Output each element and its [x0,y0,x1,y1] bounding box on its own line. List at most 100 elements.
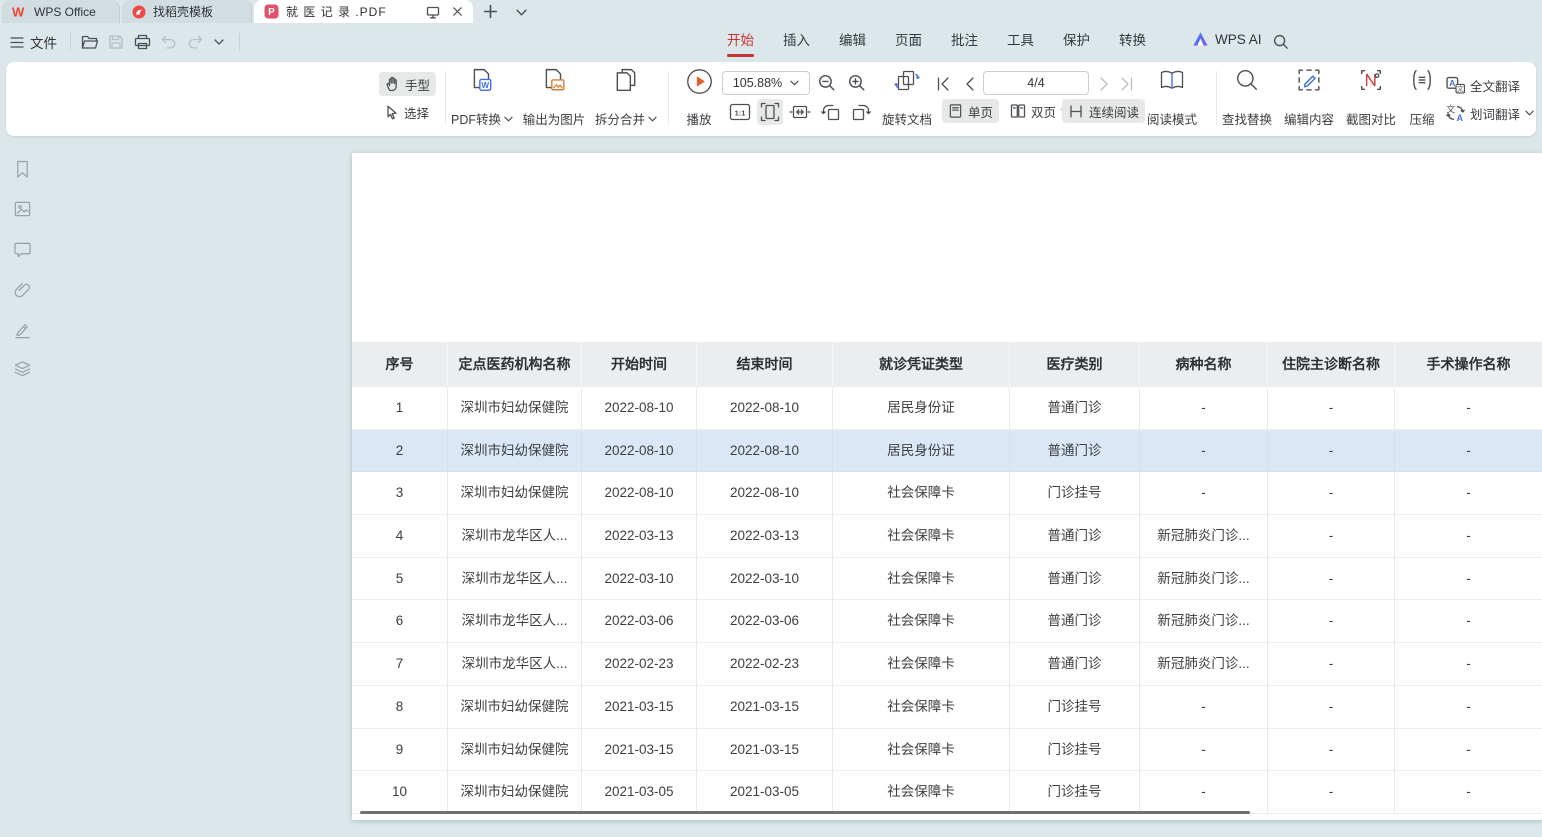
menu-item-edit[interactable]: 编辑 [839,31,866,51]
export-image-label: 输出为图片 [523,109,586,128]
table-cell: 居民身份证 [833,430,1010,473]
table-row[interactable]: 5深圳市龙华区人...2022-03-102022-03-10社会保障卡普通门诊… [352,558,1542,601]
fit-width-button[interactable] [787,99,813,125]
table-bottom-scrollbar[interactable] [360,811,1250,814]
layers-panel-icon[interactable] [11,358,33,380]
save-button[interactable] [104,31,128,53]
table-row[interactable]: 3深圳市妇幼保健院2022-08-102022-08-10社会保障卡门诊挂号--… [352,472,1542,515]
tab-list-chevron-icon[interactable] [516,9,527,16]
menu-item-home[interactable]: 开始 [727,31,754,51]
column-header: 开始时间 [582,342,697,387]
find-replace-button[interactable]: 查找替换 [1218,68,1276,128]
next-page-icon[interactable] [1097,77,1111,91]
window-icon[interactable] [426,5,440,19]
table-row[interactable]: 6深圳市龙华区人...2022-03-062022-03-06社会保障卡普通门诊… [352,600,1542,643]
undo-icon [161,35,177,49]
fit-page-button[interactable] [757,99,783,125]
rotate-left-button[interactable] [818,99,844,125]
table-row[interactable]: 4深圳市龙华区人...2022-03-132022-03-13社会保障卡普通门诊… [352,515,1542,558]
table-row[interactable]: 9深圳市妇幼保健院2021-03-152021-03-15社会保障卡门诊挂号--… [352,729,1542,772]
menu-item-comment[interactable]: 批注 [951,31,978,51]
redo-button[interactable] [183,31,207,53]
comment-panel-icon[interactable] [11,238,33,260]
menu-item-insert[interactable]: 插入 [783,31,810,51]
table-row[interactable]: 2深圳市妇幼保健院2022-08-102022-08-10居民身份证普通门诊--… [352,430,1542,473]
open-file-button[interactable] [78,31,102,53]
zoom-level-combobox[interactable]: 105.88% [722,71,810,95]
screenshot-compare-button[interactable]: 截图对比 [1342,68,1400,128]
rotate-document-button[interactable]: 旋转文档 [878,68,936,128]
word-translate-button[interactable]: 文 A 划词翻译 [1446,101,1534,125]
table-cell: 普通门诊 [1010,643,1140,686]
tab-label: 就 医 记 录 .PDF [286,3,387,20]
hand-tool-button[interactable]: 手型 [379,72,436,96]
menu-item-tools[interactable]: 工具 [1007,31,1034,51]
select-tool-button[interactable]: 选择 [379,100,435,124]
menu-search-icon[interactable] [1273,34,1289,50]
file-menu-label: 文件 [30,32,57,52]
table-cell: 深圳市龙华区人... [448,600,582,643]
edit-content-button[interactable]: 编辑内容 [1280,68,1338,128]
close-tab-icon[interactable] [452,6,463,17]
column-header: 定点医药机构名称 [448,342,582,387]
table-row[interactable]: 1深圳市妇幼保健院2022-08-102022-08-10居民身份证普通门诊--… [352,387,1542,430]
continuous-read-button[interactable]: 连续阅读 [1062,99,1145,123]
table-cell: 深圳市妇幼保健院 [448,387,582,430]
table-cell: 新冠肺炎门诊... [1140,558,1268,601]
print-button[interactable] [130,31,154,53]
quickbar-more-chevron[interactable] [209,31,229,53]
last-page-icon[interactable] [1120,77,1134,91]
menu-item-convert[interactable]: 转换 [1119,31,1146,51]
tab-docer-templates[interactable]: 找稻壳模板 [122,0,252,23]
tab-wps-home[interactable]: W WPS Office [2,0,120,23]
table-cell: 2022-03-10 [582,558,697,601]
print-icon [134,34,151,50]
compress-label: 压缩 [1409,109,1434,128]
table-row[interactable]: 10深圳市妇幼保健院2021-03-052021-03-05社会保障卡门诊挂号-… [352,771,1542,814]
read-mode-button[interactable]: 阅读模式 [1144,68,1200,128]
table-cell: 普通门诊 [1010,558,1140,601]
table-cell: 2022-03-06 [582,600,697,643]
export-image-button[interactable]: 输出为图片 [516,68,592,128]
actual-size-button[interactable]: 1:1 [727,99,753,125]
file-menu-button[interactable]: 文件 [10,31,64,53]
column-header: 病种名称 [1140,342,1268,387]
table-row[interactable]: 8深圳市妇幼保健院2021-03-152021-03-15社会保障卡门诊挂号--… [352,686,1542,729]
table-cell: 深圳市龙华区人... [448,558,582,601]
medical-table: 序号定点医药机构名称开始时间结束时间就诊凭证类型医疗类别病种名称住院主诊断名称手… [352,342,1542,814]
chevron-down-icon [504,116,513,122]
page-number-input[interactable]: 4/4 [983,71,1089,95]
attachment-panel-icon[interactable] [11,278,33,300]
bookmark-panel-icon[interactable] [11,158,33,180]
undo-button[interactable] [157,31,181,53]
pdf-page[interactable]: 序号定点医药机构名称开始时间结束时间就诊凭证类型医疗类别病种名称住院主诊断名称手… [352,153,1542,820]
split-merge-button[interactable]: 拆分合并 [591,68,661,128]
pdf-convert-button[interactable]: W PDF转换 [447,68,517,128]
rotate-right-button[interactable] [848,99,874,125]
wps-ai-button[interactable]: WPS AI [1192,31,1262,47]
new-tab-button[interactable] [483,4,498,19]
thumbnail-panel-icon[interactable] [11,198,33,220]
menu-item-page[interactable]: 页面 [895,31,922,51]
first-page-icon[interactable] [936,77,950,91]
hamburger-icon [10,37,24,48]
page-indicator-value: 4/4 [1027,76,1044,90]
tab-document[interactable]: P 就 医 记 录 .PDF [254,0,473,23]
compress-button[interactable]: 压缩 [1400,68,1444,128]
zoom-out-icon[interactable] [818,74,836,92]
single-page-icon [948,103,963,119]
previous-page-icon[interactable] [963,77,977,91]
single-page-label: 单页 [968,102,993,121]
table-cell: - [1140,430,1268,473]
zoom-in-icon[interactable] [848,74,866,92]
table-cell: 社会保障卡 [833,515,1010,558]
menu-item-protect[interactable]: 保护 [1063,31,1090,51]
table-row[interactable]: 7深圳市龙华区人...2022-02-232022-02-23社会保障卡普通门诊… [352,643,1542,686]
signature-panel-icon[interactable] [11,318,33,340]
play-icon [686,68,713,95]
play-button[interactable]: 播放 [678,68,720,128]
full-translate-button[interactable]: A 文 全文翻译 [1446,73,1520,97]
single-page-button[interactable]: 单页 [942,99,999,123]
table-cell: - [1268,643,1395,686]
table-cell: 2021-03-05 [582,771,697,814]
